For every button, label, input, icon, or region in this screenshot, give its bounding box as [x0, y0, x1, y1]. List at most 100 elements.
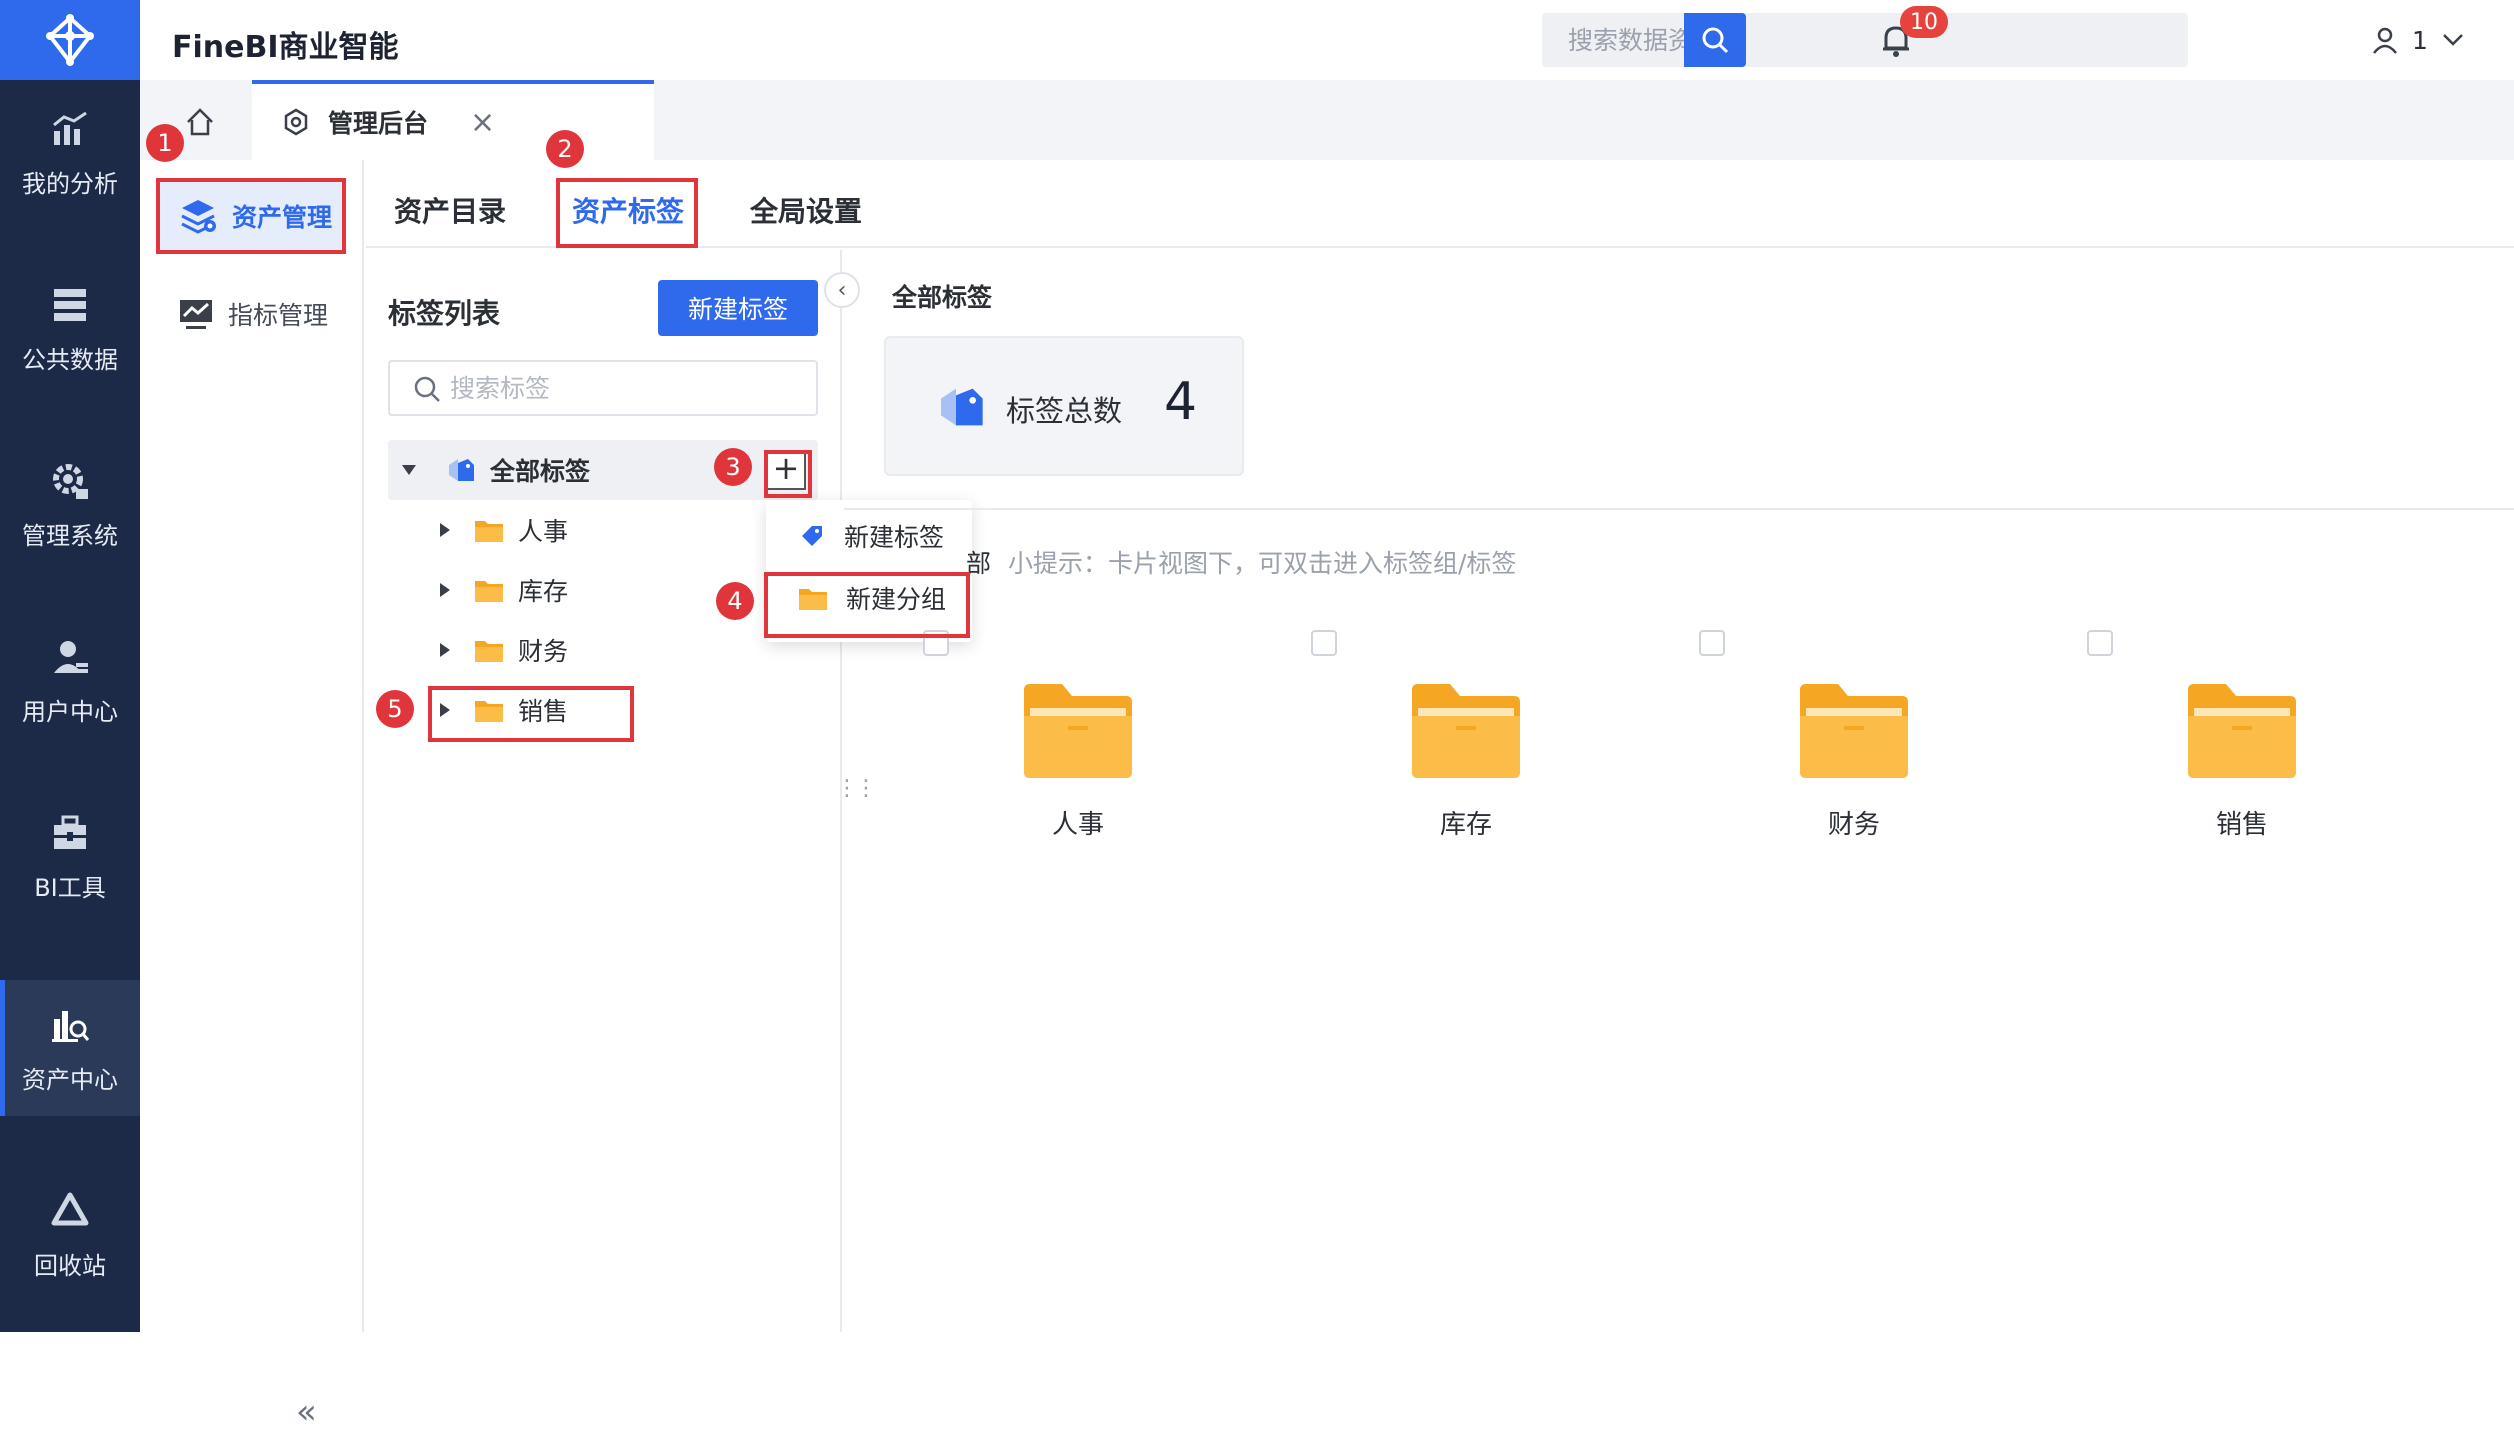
- search-icon: [1702, 27, 1729, 54]
- card-checkbox[interactable]: [1311, 630, 1337, 656]
- folder-icon: [1412, 684, 1520, 778]
- nav-label: BI工具: [34, 873, 106, 902]
- hint-text: 小提示：卡片视图下，可双击进入标签组/标签: [1008, 549, 1517, 578]
- nav-item-asset-center[interactable]: 资产中心: [0, 980, 140, 1116]
- header: FineBI商业智能 10 1: [140, 0, 2514, 80]
- tag-search-input[interactable]: [450, 362, 810, 414]
- caret-down-icon[interactable]: [402, 465, 416, 475]
- user-icon: [2373, 27, 2397, 54]
- folder-icon: [475, 581, 503, 602]
- chart-icon: [47, 106, 93, 152]
- nav-label: 用户中心: [22, 697, 118, 726]
- card-label: 销售: [2215, 810, 2268, 840]
- user-name: 1: [2412, 25, 2428, 55]
- annotation-marker: 4: [716, 582, 754, 620]
- card-checkbox[interactable]: [1699, 630, 1725, 656]
- nav-item-recycle-bin[interactable]: 回收站: [0, 1166, 140, 1302]
- folder-card[interactable]: 销售: [2162, 680, 2322, 850]
- folder-icon: [1024, 684, 1132, 778]
- tree-label: 全部标签: [490, 457, 591, 486]
- folder-card[interactable]: 库存: [1386, 680, 1546, 850]
- folder-card[interactable]: 财务: [1774, 680, 1934, 850]
- notification-badge: 10: [1900, 6, 1948, 38]
- folder-icon: [2188, 684, 2296, 778]
- menu-item-new-tag[interactable]: 新建标签: [766, 506, 972, 566]
- folder-icon: [475, 521, 503, 542]
- folder-icon: [475, 641, 503, 662]
- tree-root-all-tags[interactable]: 全部标签: [388, 440, 818, 500]
- search-box: [1542, 13, 2188, 67]
- annotation-box: [764, 450, 812, 498]
- nav-item-public-data[interactable]: 公共数据: [0, 260, 140, 396]
- tab-bar: 管理后台 ×: [140, 80, 2514, 160]
- nav-item-management[interactable]: 管理系统: [0, 436, 140, 572]
- user-icon: [47, 634, 93, 680]
- caret-right-icon[interactable]: [440, 643, 450, 657]
- nav-label: 资产中心: [22, 1065, 118, 1094]
- card-label: 库存: [1439, 810, 1492, 840]
- annotation-marker: 1: [146, 124, 184, 162]
- tree-item-group[interactable]: 库存: [440, 560, 568, 620]
- subnav-label: 指标管理: [228, 301, 329, 330]
- annotation-box: [556, 178, 698, 248]
- main-title: 全部标签: [892, 283, 993, 312]
- search-input[interactable]: [1542, 13, 2188, 67]
- tab-asset-catalog[interactable]: 资产目录: [394, 190, 506, 230]
- metric-icon: [180, 300, 212, 329]
- tab-management[interactable]: 管理后台 ×: [252, 80, 654, 160]
- database-icon: [47, 282, 93, 328]
- settings-icon: [284, 108, 308, 136]
- recycle-icon: [47, 1188, 93, 1234]
- caret-right-icon[interactable]: [440, 523, 450, 537]
- menu-label: 新建标签: [844, 523, 945, 552]
- tab-global-settings[interactable]: 全局设置: [750, 190, 862, 230]
- nav-item-my-analysis[interactable]: 我的分析: [0, 84, 140, 220]
- annotation-box: [764, 572, 970, 638]
- home-icon[interactable]: [180, 102, 220, 142]
- sub-sidebar: 资产管理 指标管理 «: [140, 160, 364, 1432]
- nav-item-user-center[interactable]: 用户中心: [0, 612, 140, 748]
- tag-icon: [449, 459, 474, 481]
- close-icon[interactable]: ×: [470, 105, 495, 140]
- annotation-box: [156, 178, 346, 254]
- nav-label: 管理系统: [22, 521, 118, 550]
- tag-total-card: 标签总数 4: [884, 336, 1244, 476]
- logo[interactable]: [0, 0, 140, 80]
- tree-item-group[interactable]: 人事: [440, 500, 568, 560]
- stat-value: 4: [1164, 372, 1198, 432]
- nav-item-bi-tools[interactable]: BI工具: [0, 788, 140, 924]
- tree-label: 财务: [518, 637, 569, 666]
- search-icon: [414, 376, 440, 402]
- card-checkbox[interactable]: [2087, 630, 2113, 656]
- stat-label: 标签总数: [1006, 394, 1123, 428]
- nav-label: 回收站: [34, 1251, 106, 1280]
- annotation-box: [428, 686, 634, 742]
- new-tag-button[interactable]: 新建标签: [658, 280, 818, 336]
- chevron-down-icon: [2443, 34, 2463, 46]
- tag-icon: [802, 526, 822, 546]
- tag-panel: 标签列表 新建标签 全部标签 + 人事 库存 财务 销售: [366, 250, 842, 1332]
- tag-icon: [941, 388, 983, 426]
- asset-search-icon: [47, 1002, 93, 1048]
- folder-card[interactable]: 人事: [998, 680, 1158, 850]
- search-button[interactable]: [1684, 13, 1746, 67]
- card-label: 财务: [1827, 810, 1880, 840]
- tab-label: 管理后台: [328, 109, 429, 138]
- subnav-metric-management[interactable]: 指标管理: [160, 280, 344, 348]
- annotation-marker: 5: [376, 690, 414, 728]
- caret-right-icon[interactable]: [440, 583, 450, 597]
- divider: [844, 508, 2514, 510]
- annotation-marker: 3: [714, 448, 752, 486]
- gear-icon: [47, 458, 93, 504]
- tree-label: 库存: [518, 577, 569, 606]
- tree-label: 人事: [518, 517, 569, 546]
- drag-handle-icon[interactable]: ⋮⋮: [836, 776, 877, 801]
- collapse-sidebar-icon[interactable]: «: [296, 1392, 317, 1432]
- user-menu[interactable]: 1: [2370, 20, 2466, 60]
- annotation-marker: 2: [546, 130, 584, 168]
- tree-item-group[interactable]: 财务: [440, 620, 568, 680]
- tag-search-box: [388, 360, 818, 416]
- card-label: 人事: [1051, 810, 1104, 840]
- nav-label: 公共数据: [22, 345, 118, 374]
- chevron-left-icon[interactable]: ‹: [824, 272, 860, 308]
